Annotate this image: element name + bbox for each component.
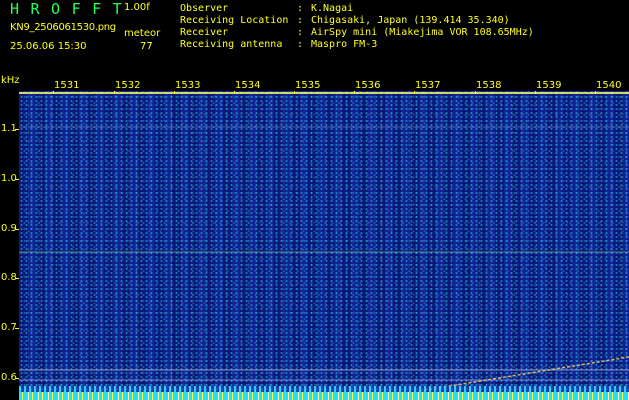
app-title: HROFFT (10, 0, 134, 18)
x-tick-mark (354, 91, 355, 94)
meta-row-receiver: Receiver : AirSpy mini (Miakejima VOR 10… (180, 27, 534, 39)
x-tick-label: 1537 (415, 80, 441, 91)
meta-value: Maspro FM-3 (311, 39, 378, 50)
meta-key: Receiving antenna (180, 39, 283, 50)
meta-value: Chigasaki, Japan (139.414 35.340) (311, 15, 510, 26)
mode-label: meteor (124, 28, 161, 39)
version-label: 1.00f (124, 2, 150, 13)
x-tick-label: 1538 (476, 80, 502, 91)
meta-value: K.Nagai (311, 3, 354, 14)
x-tick-label: 1540 (596, 80, 622, 91)
x-tick-label: 1533 (175, 80, 201, 91)
x-tick-mark (234, 91, 235, 94)
x-tick-label: 1535 (295, 80, 321, 91)
meta-sep: : (297, 3, 304, 14)
meta-row-observer: Observer : K.Nagai (180, 3, 353, 15)
filename-label: KN9_2506061530.png (10, 22, 116, 33)
meta-row-location: Receiving Location : Chigasaki, Japan (1… (180, 15, 510, 27)
spectrogram-plot (19, 91, 629, 400)
meta-sep: : (297, 15, 304, 26)
x-tick-label: 1539 (536, 80, 562, 91)
meta-sep: : (297, 27, 304, 38)
meta-row-antenna: Receiving antenna : Maspro FM-3 (180, 39, 377, 51)
header-panel: HROFFT 1.00f KN9_2506061530.png meteor 2… (0, 0, 629, 78)
x-tick-mark (294, 91, 295, 94)
x-tick-mark (53, 91, 54, 94)
x-tick-mark (414, 91, 415, 94)
datetime-label: 25.06.06 15:30 (10, 41, 87, 52)
x-tick-mark (174, 91, 175, 94)
y-axis-unit: kHz (1, 75, 20, 86)
meta-key: Observer (180, 3, 229, 14)
x-tick-mark (114, 91, 115, 94)
x-tick-mark (535, 91, 536, 94)
x-tick-label: 1534 (235, 80, 261, 91)
x-tick-label: 1532 (115, 80, 141, 91)
x-tick-label: 1536 (355, 80, 381, 91)
noise-floor-bar (19, 392, 629, 400)
meta-key: Receiver (180, 27, 229, 38)
x-tick-mark (475, 91, 476, 94)
x-tick-label: 1531 (54, 80, 80, 91)
meta-value: AirSpy mini (Miakejima VOR 108.65MHz) (311, 27, 534, 38)
count-value: 77 (140, 41, 153, 52)
meta-sep: : (297, 39, 304, 50)
x-tick-mark (595, 91, 596, 94)
spectrogram-overlay (19, 92, 629, 392)
meta-key: Receiving Location (180, 15, 289, 26)
